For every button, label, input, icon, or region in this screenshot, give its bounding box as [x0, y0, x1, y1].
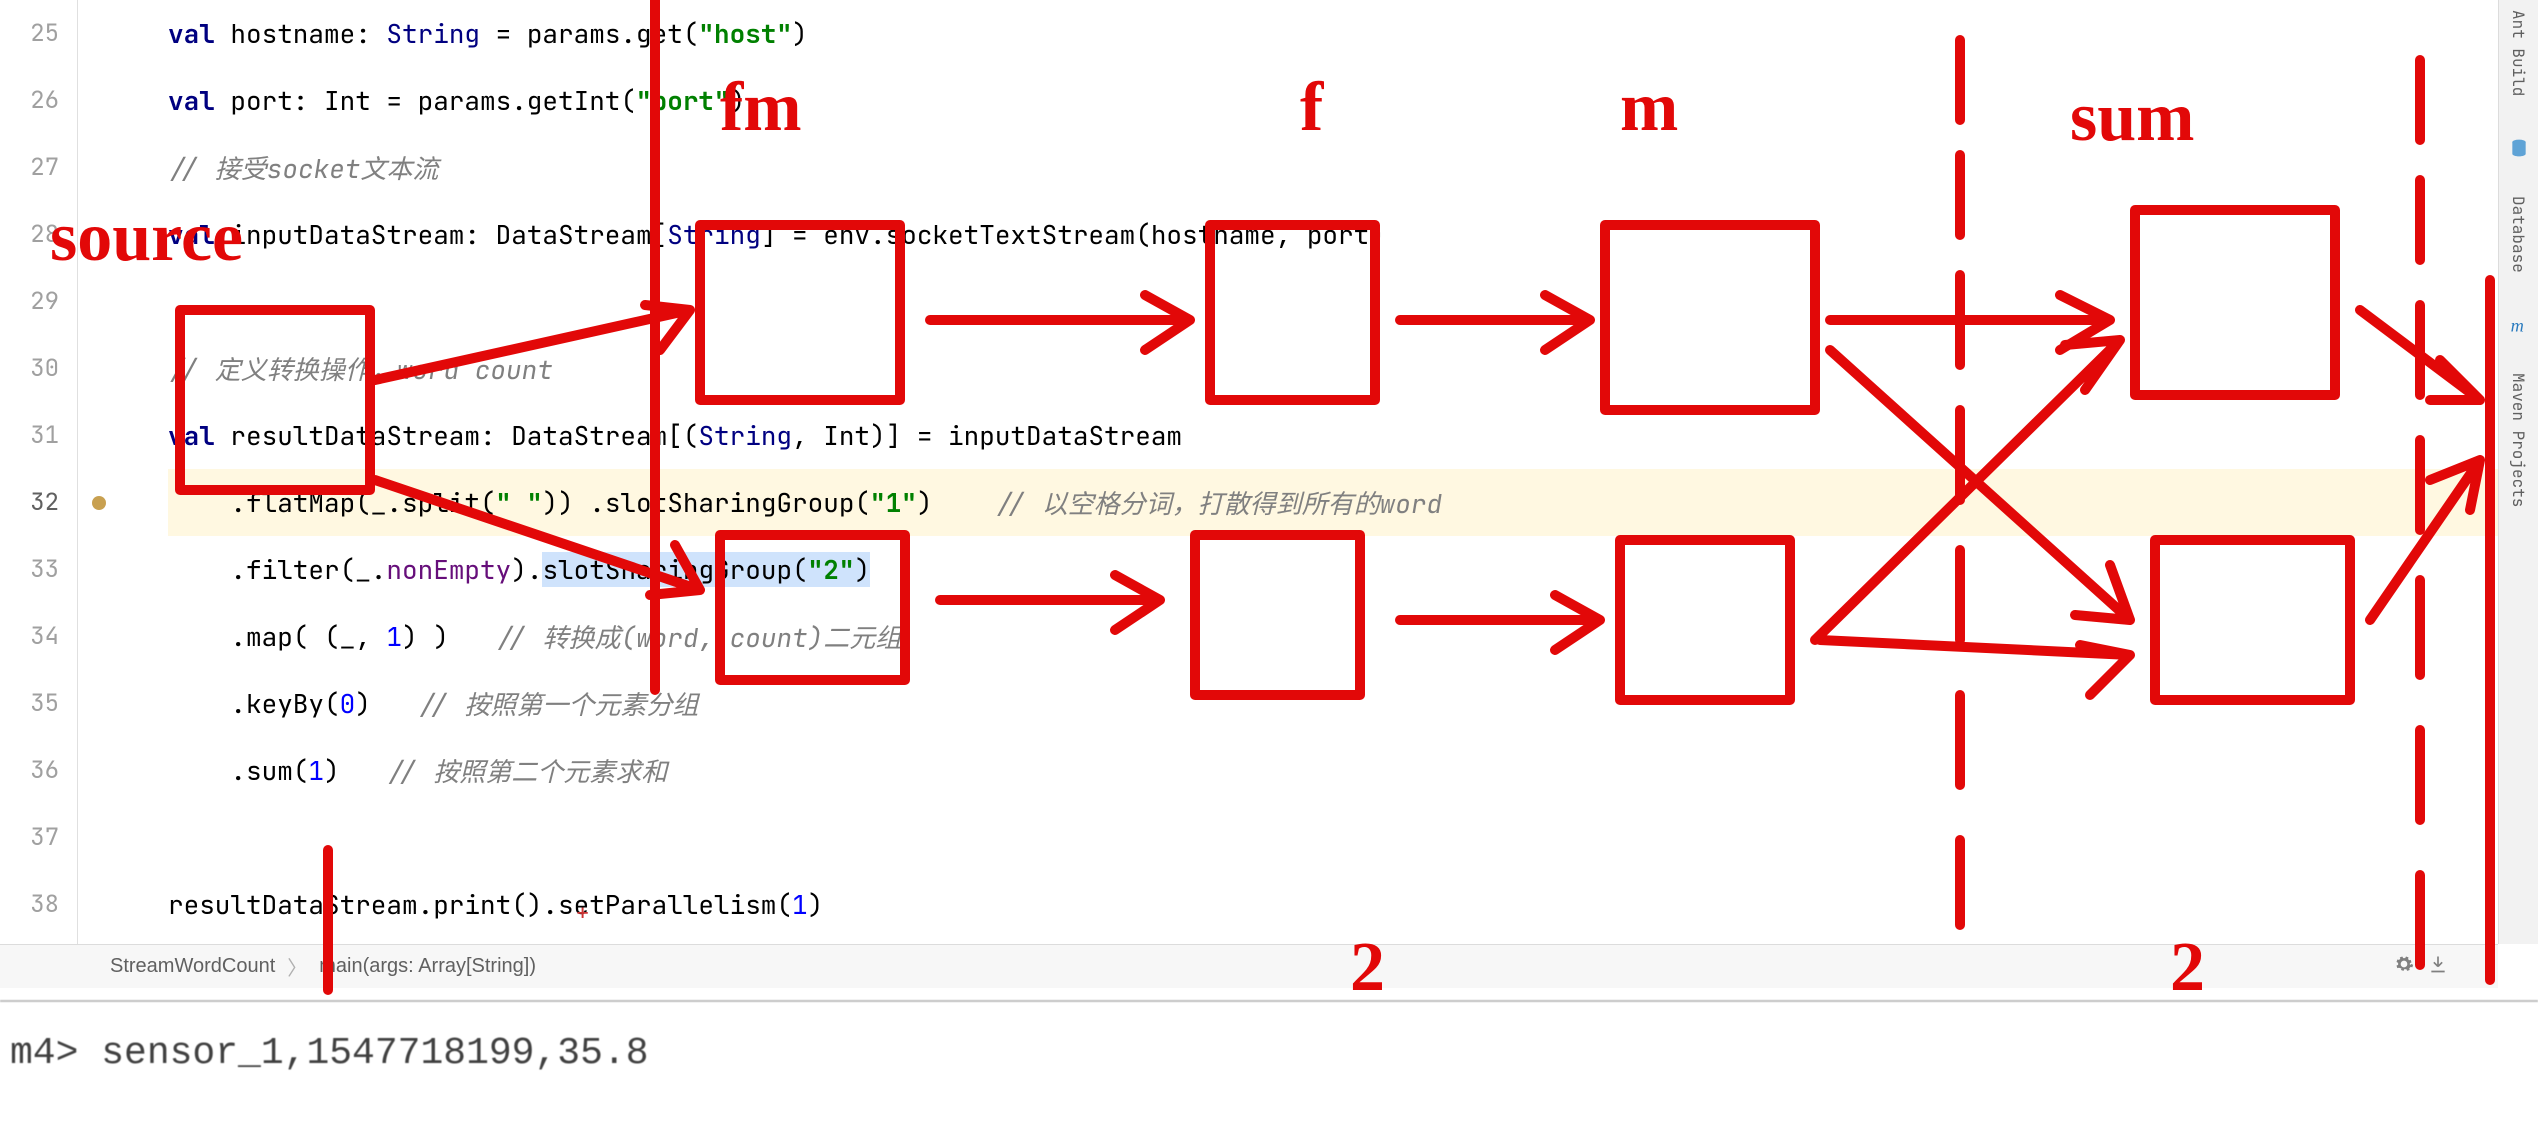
token-str: "port"	[636, 83, 730, 118]
token-plain: .flatMap(_.split(	[230, 485, 495, 520]
line-number: 34	[0, 603, 77, 670]
token-plain: = params.get(	[480, 16, 698, 51]
code-line[interactable]: val hostname: String = params.get("host"…	[168, 0, 2538, 67]
token-plain: )	[808, 887, 824, 922]
line-number: 28	[0, 201, 77, 268]
token-type: String	[667, 217, 761, 252]
token-type: String	[386, 16, 480, 51]
code-line[interactable]: .flatMap(_.split(" ")) .slotSharingGroup…	[168, 469, 2538, 536]
breadcrumb-item[interactable]: StreamWordCount	[110, 955, 275, 978]
line-number: 30	[0, 335, 77, 402]
tab-ant-build[interactable]: Ant Build	[2508, 10, 2529, 96]
code-line[interactable]: .map( (_, 1) ) // 转换成(word, count)二元组	[168, 603, 2538, 670]
database-icon	[2509, 136, 2529, 156]
token-plain: )	[792, 16, 808, 51]
code-line[interactable]: val port: Int = params.getInt("port")	[168, 67, 2538, 134]
token-num: 1	[792, 887, 808, 922]
token-cmt: // 定义转换操作，word count	[168, 350, 553, 387]
token-kw: val	[168, 16, 230, 51]
token-num: 1	[308, 753, 324, 788]
code-line[interactable]: .sum(1) // 按照第二个元素求和	[168, 737, 2538, 804]
chevron-right-icon: 〉	[287, 952, 307, 981]
token-plain: )	[730, 83, 746, 118]
token-num: 1	[386, 619, 402, 654]
token-plain: .map( (_,	[230, 619, 386, 654]
token-cmt: // 转换成(word, count)二元组	[496, 618, 902, 655]
token-plain: resultDataStream: DataStream[(	[230, 418, 698, 453]
terminal-output[interactable]: m4> sensor_1,1547718199,35.8	[0, 1000, 2538, 1116]
line-number: 33	[0, 536, 77, 603]
token-str: "1"	[870, 485, 917, 520]
line-number: 29	[0, 268, 77, 335]
token-plain: )	[324, 753, 386, 788]
token-plain: inputDataStream: DataStream[	[230, 217, 667, 252]
token-cmt: // 按照第一个元素分组	[418, 685, 699, 722]
line-number: 35	[0, 670, 77, 737]
token-num: 0	[340, 686, 356, 721]
terminal-line: m4> sensor_1,1547718199,35.8	[10, 1032, 649, 1075]
token-ident: nonEmpty	[386, 552, 511, 587]
code-line[interactable]: .filter(_.nonEmpty).slotSharingGroup("2"…	[168, 536, 2538, 603]
tab-database[interactable]: Database	[2508, 196, 2529, 273]
code-line[interactable]: val inputDataStream: DataStream[String] …	[168, 201, 2538, 268]
token-cmt: // 按照第二个元素求和	[386, 752, 667, 789]
token-plain: .keyBy(	[230, 686, 339, 721]
token-kw: val	[168, 418, 230, 453]
token-kw: val	[168, 217, 230, 252]
code-line[interactable]: // 接受socket文本流	[168, 134, 2538, 201]
tab-maven[interactable]: Maven Projects	[2508, 373, 2529, 507]
right-toolbar: Ant Build Database m Maven Projects	[2498, 0, 2538, 944]
download-icon[interactable]	[2428, 954, 2448, 980]
code-line[interactable]: .keyBy(0) // 按照第一个元素分组	[168, 670, 2538, 737]
token-kw: val	[168, 83, 230, 118]
code-line[interactable]: // 定义转换操作，word count	[168, 335, 2538, 402]
token-plain: resultDataStream.print().setParallelism(	[168, 887, 792, 922]
gear-icon[interactable]	[2394, 954, 2414, 980]
line-number: 32	[0, 469, 77, 536]
token-str: "host"	[698, 16, 792, 51]
editor[interactable]: 2526272829303132333435363738 + val hostn…	[0, 0, 2538, 944]
line-number: 25	[0, 0, 77, 67]
token-plain: , Int)] = inputDataStream	[792, 418, 1182, 453]
token-plain: )	[355, 686, 417, 721]
code-line[interactable]	[168, 804, 2538, 871]
line-number: 38	[0, 871, 77, 938]
token-plain: ).	[511, 552, 542, 587]
token-plain: ) )	[402, 619, 496, 654]
line-number: 26	[0, 67, 77, 134]
code-line[interactable]: resultDataStream.print().setParallelism(…	[168, 871, 2538, 938]
token-cmt: // 以空格分词，打散得到所有的word	[995, 484, 1442, 521]
caret-marker: +	[576, 898, 589, 927]
line-number: 27	[0, 134, 77, 201]
token-plain: )) .slotSharingGroup(	[542, 485, 870, 520]
breadcrumb: StreamWordCount 〉 main(args: Array[Strin…	[0, 944, 2498, 988]
breadcrumb-item[interactable]: main(args: Array[String])	[319, 955, 536, 978]
token-sel: slotSharingGroup(	[542, 552, 807, 587]
token-plain: port: Int = params.getInt(	[230, 83, 636, 118]
line-number-gutter: 2526272829303132333435363738	[0, 0, 78, 944]
token-plain: .sum(	[230, 753, 308, 788]
token-str: " "	[496, 485, 543, 520]
code-area[interactable]: + val hostname: String = params.get("hos…	[78, 0, 2538, 944]
token-sel: )	[854, 552, 870, 587]
token-plain: hostname:	[230, 16, 386, 51]
token-str: "2"	[808, 552, 855, 587]
svg-text:m: m	[2510, 316, 2523, 335]
code-line[interactable]: val resultDataStream: DataStream[(String…	[168, 402, 2538, 469]
code-line[interactable]	[168, 268, 2538, 335]
token-cmt: // 接受socket文本流	[168, 149, 438, 186]
line-number: 31	[0, 402, 77, 469]
token-type: String	[698, 418, 792, 453]
line-number: 37	[0, 804, 77, 871]
token-plain: .filter(_.	[230, 552, 386, 587]
line-number: 36	[0, 737, 77, 804]
token-plain: ] = env.socketTextStream(hostname, port)	[761, 217, 1385, 252]
maven-icon: m	[2509, 313, 2529, 333]
token-plain: )	[917, 485, 995, 520]
